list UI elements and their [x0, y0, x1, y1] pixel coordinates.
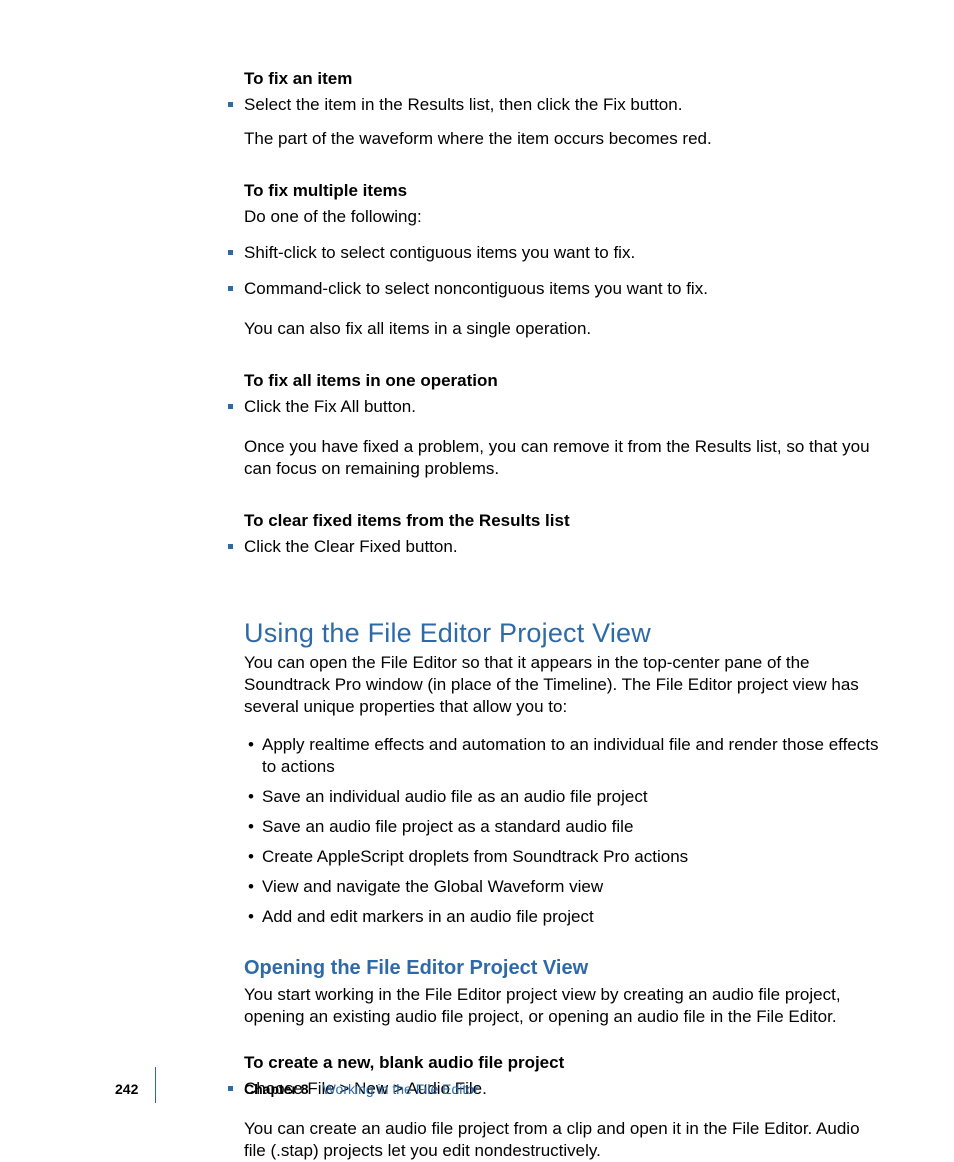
bullet-dot-icon: •	[248, 816, 254, 838]
list-item: • Create AppleScript droplets from Soundt…	[244, 846, 884, 868]
list-text: View and navigate the Global Waveform vi…	[262, 877, 603, 896]
body-text: You can open the File Editor so that it …	[244, 652, 884, 718]
square-bullet-icon	[228, 404, 233, 409]
document-page: To fix an item Select the item in the Re…	[0, 0, 954, 1145]
chapter-title: Working in the File Editor	[323, 1081, 479, 1097]
bullet-dot-icon: •	[248, 734, 254, 756]
step-item: Shift-click to select contiguous items y…	[244, 242, 884, 264]
step-item: Select the item in the Results list, the…	[244, 94, 884, 116]
square-bullet-icon	[228, 250, 233, 255]
task-heading-fix-item: To fix an item	[244, 68, 884, 90]
body-text: You can create an audio file project fro…	[244, 1118, 884, 1162]
list-text: Add and edit markers in an audio file pr…	[262, 907, 594, 926]
bullet-dot-icon: •	[248, 876, 254, 898]
body-text: Do one of the following:	[244, 206, 884, 228]
list-item: • Apply realtime effects and automation t…	[244, 734, 884, 778]
square-bullet-icon	[228, 544, 233, 549]
bullet-dot-icon: •	[248, 846, 254, 868]
bullet-dot-icon: •	[248, 906, 254, 928]
task-heading-fix-all: To fix all items in one operation	[244, 370, 884, 392]
task-heading-fix-multiple: To fix multiple items	[244, 180, 884, 202]
square-bullet-icon	[228, 286, 233, 291]
body-text: You can also fix all items in a single o…	[244, 318, 884, 340]
subsection-heading: Opening the File Editor Project View	[244, 956, 884, 980]
step-text: Select the item in the Results list, the…	[244, 95, 682, 114]
list-item: • View and navigate the Global Waveform v…	[244, 876, 884, 898]
step-item: Command-click to select noncontiguous it…	[244, 278, 884, 300]
step-item: Click the Fix All button.	[244, 396, 884, 418]
body-text: You start working in the File Editor pro…	[244, 984, 884, 1028]
step-text: Command-click to select noncontiguous it…	[244, 279, 708, 298]
step-text: Click the Fix All button.	[244, 397, 416, 416]
bullet-list: • Apply realtime effects and automation t…	[244, 734, 884, 928]
body-text: Once you have fixed a problem, you can r…	[244, 436, 884, 480]
body-text: The part of the waveform where the item …	[244, 128, 884, 150]
list-item: • Save an audio file project as a standar…	[244, 816, 884, 838]
task-heading-create-project: To create a new, blank audio file projec…	[244, 1052, 884, 1074]
square-bullet-icon	[228, 102, 233, 107]
list-item: • Save an individual audio file as an aud…	[244, 786, 884, 808]
page-content: To fix an item Select the item in the Re…	[244, 60, 884, 1162]
list-text: Create AppleScript droplets from Soundtr…	[262, 847, 688, 866]
bullet-dot-icon: •	[248, 786, 254, 808]
step-text: Shift-click to select contiguous items y…	[244, 243, 635, 262]
section-heading: Using the File Editor Project View	[244, 618, 884, 648]
task-heading-clear-fixed: To clear fixed items from the Results li…	[244, 510, 884, 532]
list-text: Save an individual audio file as an audi…	[262, 787, 648, 806]
list-text: Apply realtime effects and automation to…	[262, 735, 878, 776]
page-number: 242	[115, 1081, 138, 1097]
chapter-info: Chapter 8 Working in the File Editor	[244, 1081, 479, 1097]
step-text: Click the Clear Fixed button.	[244, 537, 458, 556]
footer-divider	[155, 1067, 156, 1103]
page-footer: 242 Chapter 8 Working in the File Editor	[0, 1081, 954, 1103]
list-text: Save an audio file project as a standard…	[262, 817, 633, 836]
step-item: Click the Clear Fixed button.	[244, 536, 884, 558]
list-item: • Add and edit markers in an audio file p…	[244, 906, 884, 928]
chapter-label: Chapter 8	[244, 1081, 309, 1097]
